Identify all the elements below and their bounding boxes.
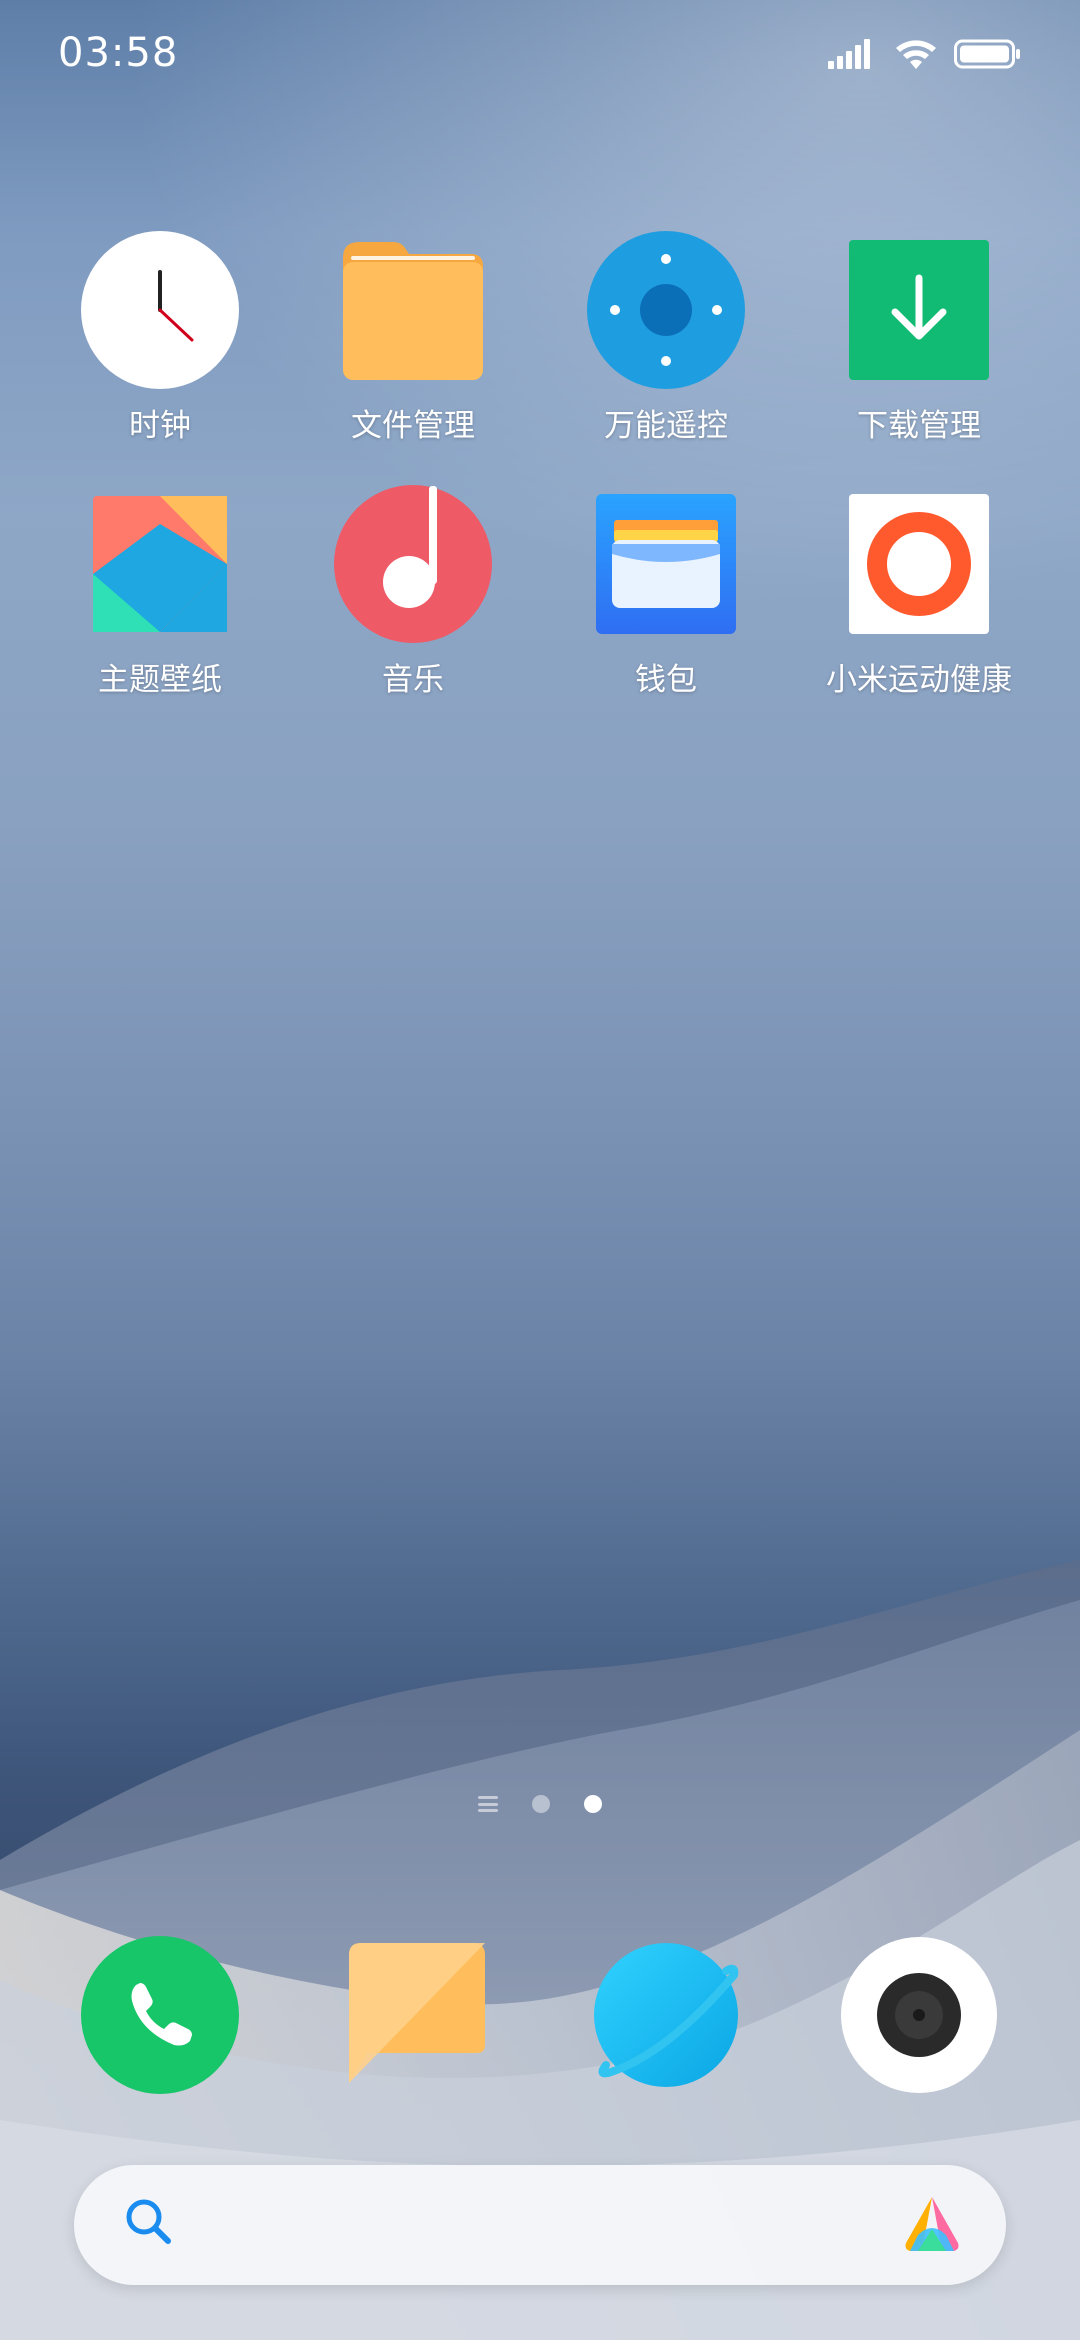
search-bar[interactable] — [74, 2165, 1006, 2285]
battery-icon — [954, 39, 1022, 73]
app-label: 钱包 — [635, 662, 697, 698]
app-label: 主题壁纸 — [98, 662, 222, 698]
wifi-icon — [894, 38, 938, 74]
remote-control-icon — [586, 230, 746, 390]
signal-icon — [828, 39, 878, 73]
browser-planet-icon — [594, 1943, 739, 2087]
camera-icon — [841, 1937, 997, 2093]
themes-icon — [80, 484, 240, 644]
page-dot-1[interactable] — [532, 1795, 550, 1813]
assistant-icon[interactable] — [898, 2191, 966, 2263]
wallet-icon — [586, 484, 746, 644]
dock-phone[interactable] — [80, 1935, 240, 2095]
page-indicator — [0, 1795, 1080, 1813]
app-label: 下载管理 — [857, 408, 981, 444]
app-mi-fitness[interactable]: 小米运动健康 — [819, 484, 1019, 699]
status-bar: 03:58 — [0, 0, 1080, 110]
message-icon — [349, 1943, 485, 2083]
app-clock[interactable]: 时钟 — [60, 230, 260, 445]
app-download-manager[interactable]: 下载管理 — [819, 230, 1019, 445]
app-themes[interactable]: 主题壁纸 — [60, 484, 260, 699]
dock-browser[interactable] — [586, 1935, 746, 2095]
folder-icon — [333, 230, 493, 390]
clock-icon — [80, 230, 240, 390]
app-label: 万能遥控 — [604, 408, 728, 444]
search-icon — [122, 2195, 178, 2255]
fitness-ring-icon — [839, 484, 999, 644]
phone-icon — [81, 1936, 239, 2094]
app-music[interactable]: 音乐 — [313, 484, 513, 699]
app-label: 小米运动健康 — [826, 662, 1012, 698]
app-file-manager[interactable]: 文件管理 — [313, 230, 513, 445]
app-wallet[interactable]: 钱包 — [566, 484, 766, 699]
status-time: 03:58 — [58, 30, 179, 76]
app-label: 文件管理 — [351, 408, 475, 444]
app-drawer-icon[interactable] — [478, 1796, 498, 1812]
app-label: 音乐 — [382, 662, 444, 698]
download-icon — [839, 230, 999, 390]
dock-camera[interactable] — [839, 1935, 999, 2095]
page-dot-2-active[interactable] — [584, 1795, 602, 1813]
dock-messages[interactable] — [333, 1935, 493, 2095]
app-label: 时钟 — [129, 408, 191, 444]
search-input[interactable] — [194, 2185, 838, 2267]
music-icon — [333, 484, 493, 644]
app-remote-control[interactable]: 万能遥控 — [566, 230, 766, 445]
